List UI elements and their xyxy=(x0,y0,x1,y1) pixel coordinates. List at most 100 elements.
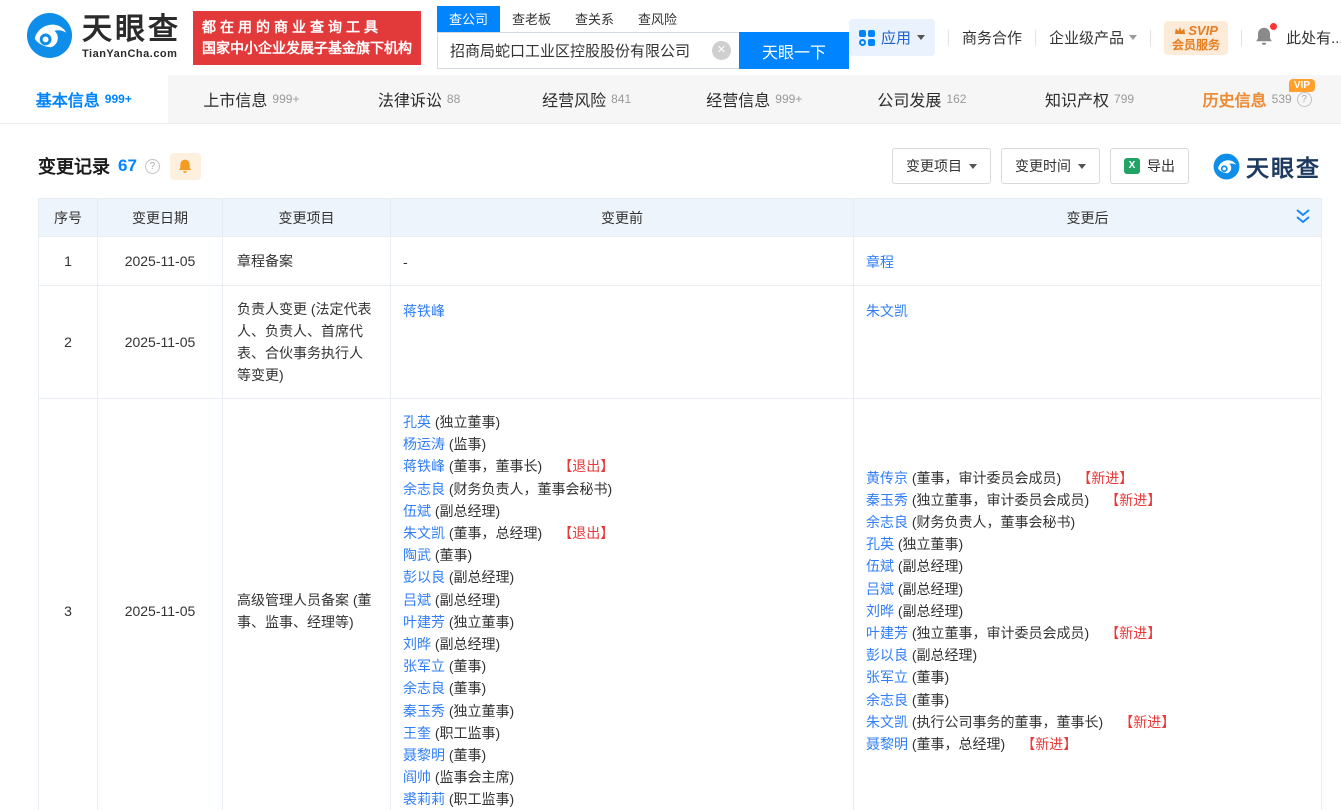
apps-menu-label: 应用 xyxy=(881,27,911,48)
tab-上市信息[interactable]: 上市信息999+ xyxy=(168,75,336,123)
divider xyxy=(1241,30,1242,46)
subscribe-bell-button[interactable] xyxy=(170,153,201,180)
person-link[interactable]: 张军立 xyxy=(403,658,445,674)
person-link[interactable]: 吕斌 xyxy=(866,581,894,597)
person-link[interactable]: 叶建芳 xyxy=(866,625,908,641)
tab-历史信息[interactable]: 历史信息 539VIP? xyxy=(1173,75,1341,123)
svip-member-button[interactable]: SVIP 会员服务 xyxy=(1164,21,1228,55)
person-link[interactable]: 朱文凯 xyxy=(403,525,445,541)
tab-count: 539 xyxy=(1272,92,1292,106)
svip-label: SVIP xyxy=(1188,24,1218,38)
apps-grid-icon xyxy=(859,30,875,46)
person-link[interactable]: 刘晔 xyxy=(866,603,894,619)
nav-item-business-cooperation[interactable]: 商务合作 xyxy=(962,27,1022,48)
filter-change-item-button[interactable]: 变更项目 xyxy=(892,148,991,184)
person-entry: 张军立 (董事) xyxy=(866,666,1309,688)
person-link[interactable]: 秦玉秀 xyxy=(866,492,908,508)
search-tab[interactable]: 查关系 xyxy=(563,6,626,32)
export-button[interactable]: X 导出 xyxy=(1110,148,1189,184)
person-link[interactable]: 蒋铁峰 xyxy=(403,458,445,474)
tab-label: 公司发展 xyxy=(877,87,941,111)
tab-label: 历史信息 xyxy=(1203,87,1267,111)
collapse-all-icon[interactable] xyxy=(1295,208,1311,229)
person-link[interactable]: 阎帅 xyxy=(403,769,431,785)
person-link[interactable]: 孔英 xyxy=(866,536,894,552)
filter-change-time-button[interactable]: 变更时间 xyxy=(1001,148,1100,184)
change-date: 2025-11-05 xyxy=(98,399,223,810)
nav-item-enterprise-products[interactable]: 企业级产品 xyxy=(1049,27,1137,48)
tab-经营信息[interactable]: 经营信息999+ xyxy=(671,75,839,123)
person-link[interactable]: 黄传京 xyxy=(866,470,908,486)
person-entry: 秦玉秀 (独立董事，审计委员会成员)【新进】 xyxy=(866,489,1309,511)
person-link[interactable]: 孔英 xyxy=(403,414,431,430)
person-link[interactable]: 彭以良 xyxy=(866,647,908,663)
tab-label: 经营风险 xyxy=(542,87,606,111)
person-role: (董事，审计委员会成员) xyxy=(908,470,1061,486)
help-icon[interactable]: ? xyxy=(145,159,160,174)
before-cell: 孔英 (独立董事)杨运涛 (监事)蒋铁峰 (董事，董事长)【退出】余志良 (财务… xyxy=(391,399,854,810)
person-link[interactable]: 陶武 xyxy=(403,547,431,563)
tab-经营风险[interactable]: 经营风险841 xyxy=(503,75,671,123)
person-role: (副总经理) xyxy=(431,503,500,519)
table-row: 22025-11-05负责人变更 (法定代表人、负责人、首席代表、合伙事务执行人… xyxy=(39,286,1322,399)
tab-公司发展[interactable]: 公司发展162 xyxy=(838,75,1006,123)
person-entry: 伍斌 (副总经理) xyxy=(403,500,841,522)
page-tabs: 基本信息999+上市信息999+法律诉讼88经营风险841经营信息999+公司发… xyxy=(0,75,1341,124)
person-link[interactable]: 王奎 xyxy=(403,725,431,741)
person-link[interactable]: 秦玉秀 xyxy=(403,703,445,719)
person-entry: 刘晔 (副总经理) xyxy=(403,633,841,655)
person-role: (董事) xyxy=(908,692,949,708)
search-tab[interactable]: 查老板 xyxy=(500,6,563,32)
person-link[interactable]: 聂黎明 xyxy=(866,736,908,752)
person-role: (副总经理) xyxy=(431,592,500,608)
person-link[interactable]: 张军立 xyxy=(866,669,908,685)
search-input[interactable] xyxy=(437,32,739,69)
person-link[interactable]: 杨运涛 xyxy=(403,436,445,452)
person-entry: 余志良 (董事) xyxy=(866,689,1309,711)
tab-label: 知识产权 xyxy=(1045,87,1109,111)
person-entry: 吕斌 (副总经理) xyxy=(403,589,841,611)
person-link[interactable]: 余志良 xyxy=(403,680,445,696)
person-link[interactable]: 彭以良 xyxy=(403,569,445,585)
person-link[interactable]: 吕斌 xyxy=(403,592,431,608)
search-button[interactable]: 天眼一下 xyxy=(739,32,849,69)
logo-domain-text: TianYanCha.com xyxy=(82,48,181,60)
person-link[interactable]: 朱文凯 xyxy=(866,714,908,730)
person-entry: 刘晔 (副总经理) xyxy=(866,600,1309,622)
person-link[interactable]: 余志良 xyxy=(866,514,908,530)
user-menu[interactable]: 此处有... xyxy=(1286,27,1341,48)
tab-法律诉讼[interactable]: 法律诉讼88 xyxy=(335,75,503,123)
apps-menu-button[interactable]: 应用 xyxy=(849,19,935,56)
person-link[interactable]: 伍斌 xyxy=(403,503,431,519)
vip-badge: VIP xyxy=(1289,79,1315,92)
person-role: (董事，总经理) xyxy=(908,736,1005,752)
tab-label: 上市信息 xyxy=(203,87,267,111)
person-link[interactable]: 余志良 xyxy=(866,692,908,708)
user-menu-label: 此处有... xyxy=(1286,27,1341,48)
person-link[interactable]: 伍斌 xyxy=(866,558,894,574)
person-link[interactable]: 聂黎明 xyxy=(403,747,445,763)
person-entry: 彭以良 (副总经理) xyxy=(866,644,1309,666)
person-role: (职工监事) xyxy=(445,791,514,807)
tianyancha-logo[interactable]: 天眼查 TianYanCha.com xyxy=(26,12,181,64)
notifications-button[interactable] xyxy=(1255,26,1273,50)
search-tab[interactable]: 查风险 xyxy=(626,6,689,32)
search-tab[interactable]: 查公司 xyxy=(437,6,500,32)
person-link[interactable]: 叶建芳 xyxy=(403,614,445,630)
tab-基本信息[interactable]: 基本信息999+ xyxy=(0,75,168,123)
change-link[interactable]: 朱文凯 xyxy=(866,303,908,319)
person-role: (独立董事) xyxy=(894,536,963,552)
help-icon[interactable]: ? xyxy=(1297,92,1312,107)
person-link[interactable]: 裘莉莉 xyxy=(403,791,445,807)
change-link[interactable]: 蒋铁峰 xyxy=(403,303,445,319)
person-link[interactable]: 余志良 xyxy=(403,481,445,497)
person-entry: 朱文凯 (董事，总经理)【退出】 xyxy=(403,522,841,544)
change-records-header: 变更记录 67 ? 变更项目 变更时间 X 导出 天眼查 xyxy=(38,148,1321,184)
change-link[interactable]: 章程 xyxy=(866,254,894,270)
person-entry: 伍斌 (副总经理) xyxy=(866,555,1309,577)
after-cell: 朱文凯 xyxy=(854,286,1322,399)
person-link[interactable]: 刘晔 xyxy=(403,636,431,652)
clear-search-icon[interactable]: ✕ xyxy=(712,41,731,60)
tab-知识产权[interactable]: 知识产权799 xyxy=(1006,75,1174,123)
person-role: (董事) xyxy=(445,680,486,696)
